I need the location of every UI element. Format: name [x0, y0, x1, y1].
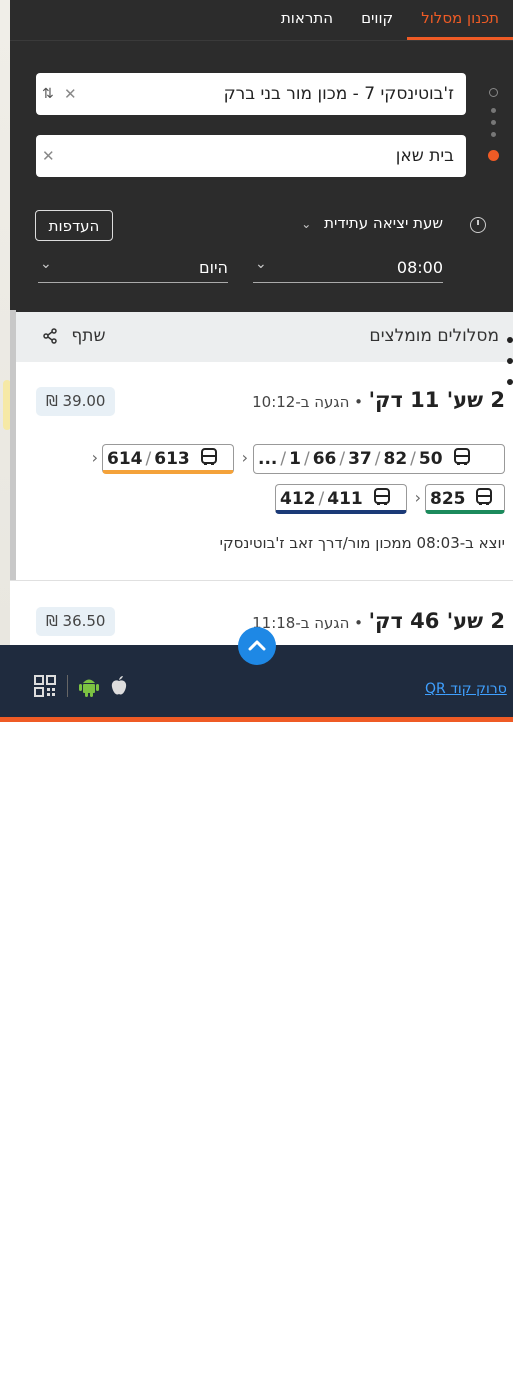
chevron-left-icon: ‹	[91, 448, 98, 467]
tab-bar: תכנון מסלול קווים התראות	[267, 0, 513, 40]
origin-field[interactable]: ז'בוטינסקי 7 - מכון מור בני ברק ✕ ⇅	[36, 73, 466, 115]
destination-input[interactable]: בית שאן	[396, 135, 454, 177]
ellipsis: ...	[258, 449, 278, 469]
line-number: 50	[418, 449, 443, 469]
line-number: 66	[312, 449, 337, 469]
route-duration: 2 שע' 11 דק'	[368, 388, 505, 412]
share-label: שתף	[71, 326, 106, 346]
route-duration: 2 שע' 46 דק'	[368, 609, 505, 633]
chevron-left-icon: ‹	[241, 448, 248, 467]
line-number: 825	[430, 489, 466, 509]
line-number: 1	[289, 449, 301, 469]
departure-type-dropdown[interactable]: שעת יציאה עתידית ⌄	[301, 214, 443, 232]
apple-icon[interactable]	[110, 675, 128, 697]
clear-destination-icon[interactable]: ✕	[42, 135, 55, 177]
bullet-nav-1[interactable]	[507, 337, 513, 343]
preferences-button[interactable]: העדפות	[35, 210, 113, 241]
departure-type-label: שעת יציאה עתידית	[324, 214, 443, 232]
chevron-down-icon: ⌄	[40, 256, 52, 272]
line-number: 37	[348, 449, 372, 469]
qr-code-icon[interactable]	[34, 675, 56, 697]
bus-icon	[453, 448, 470, 465]
tab-lines[interactable]: קווים	[347, 0, 407, 40]
footer-accent-bar	[0, 717, 513, 722]
route-lines-chip[interactable]: 825	[425, 484, 505, 514]
line-number: 613	[154, 449, 190, 469]
line-number: 412	[280, 489, 316, 509]
route-price: ₪ 39.00	[36, 387, 116, 416]
bus-icon	[476, 488, 493, 505]
search-header: תכנון מסלול קווים התראות ז'בוטינסקי 7 - …	[10, 0, 513, 312]
day-select[interactable]: היום ⌄	[38, 256, 228, 283]
clock-icon	[470, 217, 486, 233]
destination-field[interactable]: בית שאן ✕	[36, 135, 466, 177]
route-planner-panel: תכנון מסלול קווים התראות ז'בוטינסקי 7 - …	[10, 0, 513, 722]
app-icons	[34, 675, 128, 697]
route-departure-info: יוצא ב-08:03 ממכון מור/דרך זאב ז'בוטינסק…	[219, 534, 505, 552]
scroll-up-button[interactable]	[238, 627, 276, 665]
bus-icon	[200, 448, 217, 465]
origin-input[interactable]: ז'בוטינסקי 7 - מכון מור בני ברק	[224, 73, 454, 115]
scrollbar[interactable]	[10, 310, 16, 580]
route-stops-icon	[488, 88, 500, 164]
route-arrival: • הגעה ב-10:12	[252, 393, 363, 411]
chevron-up-icon	[248, 640, 266, 651]
route-lines-chip[interactable]: 412/411	[275, 484, 407, 514]
scan-qr-link[interactable]: סרוק קוד QR	[425, 681, 507, 697]
bus-icon	[373, 488, 390, 505]
chevron-down-icon: ⌄	[301, 217, 312, 231]
day-value: היום	[198, 258, 228, 277]
time-select[interactable]: 08:00 ⌄	[253, 256, 443, 283]
route-lines-chip[interactable]: .../1/66/37/82/50	[253, 444, 505, 474]
line-number: 614	[107, 449, 143, 469]
clear-origin-icon[interactable]: ✕	[64, 73, 77, 115]
map-background[interactable]	[0, 0, 11, 722]
tab-route-planning[interactable]: תכנון מסלול	[407, 0, 513, 40]
results-header: מסלולים מומלצים שתף	[10, 312, 513, 362]
results-title: מסלולים מומלצים	[369, 326, 499, 346]
chevron-down-icon: ⌄	[255, 256, 267, 272]
swap-icon[interactable]: ⇅	[42, 73, 54, 115]
share-button[interactable]: שתף	[42, 326, 106, 346]
route-lines-chip[interactable]: 614/613	[102, 444, 234, 474]
tabs-divider	[10, 40, 513, 41]
time-value: 08:00	[396, 258, 443, 277]
watermark-logo	[340, 1277, 468, 1375]
share-icon	[43, 328, 57, 344]
tab-alerts[interactable]: התראות	[267, 0, 347, 40]
android-icon[interactable]	[79, 675, 100, 697]
route-price: ₪ 36.50	[36, 607, 116, 636]
route-card[interactable]: 2 שע' 11 דק' • הגעה ב-10:12 ₪ 39.00 ... /…	[10, 362, 513, 580]
line-number: 411	[327, 489, 363, 509]
line-number: 82	[383, 449, 408, 469]
chevron-left-icon: ‹	[414, 488, 421, 507]
